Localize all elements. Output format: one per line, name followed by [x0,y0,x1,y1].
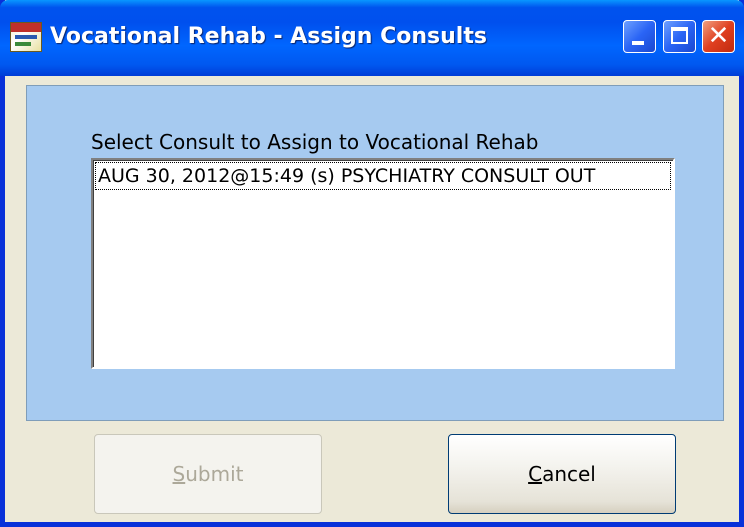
minimize-button[interactable] [623,20,656,53]
cancel-label: ancel [542,462,596,486]
submit-accel: S [172,462,186,486]
consult-panel: Select Consult to Assign to Vocational R… [26,85,724,421]
cancel-accel: C [528,462,543,486]
minimize-icon [632,41,644,45]
submit-label: ubmit [185,462,244,486]
app-icon[interactable] [10,22,42,52]
maximize-icon [671,27,688,44]
consult-listbox[interactable]: AUG 30, 2012@15:49 (s) PSYCHIATRY CONSUL… [91,158,675,369]
close-button[interactable]: ✕ [702,20,735,53]
close-icon: ✕ [707,21,730,51]
title-bar[interactable]: Vocational Rehab - Assign Consults ✕ [0,0,744,76]
list-item[interactable]: AUG 30, 2012@15:49 (s) PSYCHIATRY CONSUL… [95,162,671,190]
maximize-button[interactable] [663,20,696,53]
cancel-button[interactable]: Cancel [448,434,676,514]
dialog-window: Vocational Rehab - Assign Consults ✕ Sel… [0,0,744,527]
submit-button[interactable]: Submit [94,434,322,514]
window-title: Vocational Rehab - Assign Consults [50,24,487,49]
list-label: Select Consult to Assign to Vocational R… [91,130,539,154]
